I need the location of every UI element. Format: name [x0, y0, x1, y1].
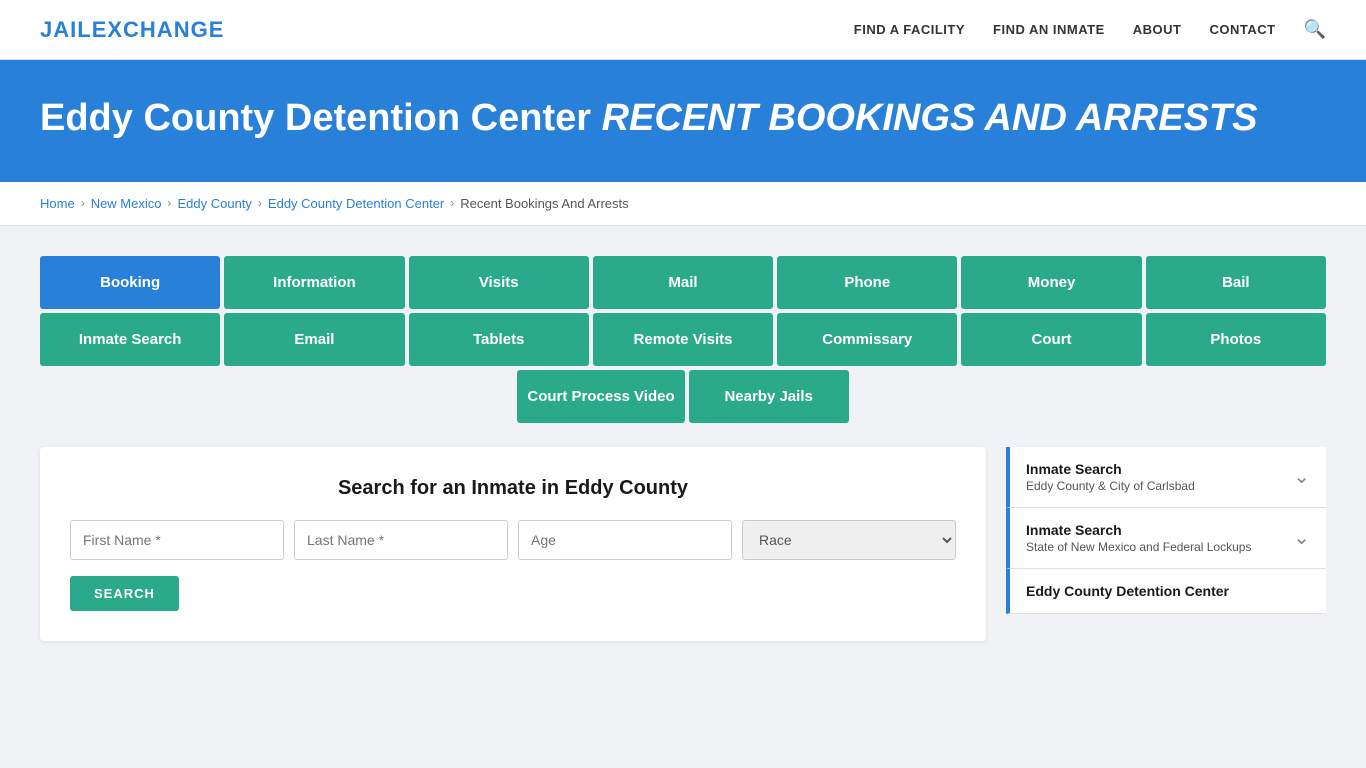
breadcrumb-current: Recent Bookings And Arrests [460, 196, 628, 211]
hero-title-main: Eddy County Detention Center [40, 97, 591, 139]
page-title: Eddy County Detention Center Recent Book… [40, 96, 1326, 142]
search-button[interactable]: SEARCH [70, 576, 179, 611]
content-row: Search for an Inmate in Eddy County Race… [40, 447, 1326, 641]
sidebar-item-0-subtitle: Eddy County & City of Carlsbad [1026, 479, 1195, 493]
search-icon[interactable]: 🔍 [1304, 19, 1326, 40]
sep-3: › [258, 196, 262, 210]
breadcrumb: Home › New Mexico › Eddy County › Eddy C… [40, 196, 1326, 211]
nav-find-inmate[interactable]: FIND AN INMATE [993, 22, 1105, 37]
site-logo[interactable]: JAILEXCHANGE [40, 17, 224, 43]
category-buttons: Booking Information Visits Mail Phone Mo… [40, 256, 1326, 423]
btn-visits[interactable]: Visits [409, 256, 589, 309]
btn-tablets[interactable]: Tablets [409, 313, 589, 366]
btn-phone[interactable]: Phone [777, 256, 957, 309]
chevron-down-icon-1: ⌄ [1293, 525, 1310, 550]
race-select[interactable]: Race White Black Hispanic Asian Native A… [742, 520, 956, 560]
btn-inmate-search[interactable]: Inmate Search [40, 313, 220, 366]
button-row-2: Inmate Search Email Tablets Remote Visit… [40, 313, 1326, 366]
sidebar-item-1-subtitle: State of New Mexico and Federal Lockups [1026, 540, 1251, 554]
logo-exchange: EXCHANGE [92, 17, 225, 42]
sep-2: › [167, 196, 171, 210]
sidebar-item-1-title: Inmate Search [1026, 522, 1251, 538]
btn-commissary[interactable]: Commissary [777, 313, 957, 366]
btn-money[interactable]: Money [961, 256, 1141, 309]
btn-email[interactable]: Email [224, 313, 404, 366]
main-nav: FIND A FACILITY FIND AN INMATE ABOUT CON… [854, 19, 1326, 40]
button-row-1: Booking Information Visits Mail Phone Mo… [40, 256, 1326, 309]
hero-banner: Eddy County Detention Center Recent Book… [0, 60, 1366, 182]
main-content: Booking Information Visits Mail Phone Mo… [0, 226, 1366, 671]
inmate-search-box: Search for an Inmate in Eddy County Race… [40, 447, 986, 641]
hero-title-emphasis: Recent Bookings and Arrests [602, 97, 1258, 139]
breadcrumb-eddy-county[interactable]: Eddy County [177, 196, 251, 211]
btn-mail[interactable]: Mail [593, 256, 773, 309]
btn-remote-visits[interactable]: Remote Visits [593, 313, 773, 366]
button-row-3: Court Process Video Nearby Jails [40, 370, 1326, 423]
btn-bail[interactable]: Bail [1146, 256, 1326, 309]
sep-1: › [81, 196, 85, 210]
site-header: JAILEXCHANGE FIND A FACILITY FIND AN INM… [0, 0, 1366, 60]
sidebar-item-2[interactable]: Eddy County Detention Center [1006, 569, 1326, 614]
last-name-input[interactable] [294, 520, 508, 560]
btn-booking[interactable]: Booking [40, 256, 220, 309]
btn-photos[interactable]: Photos [1146, 313, 1326, 366]
breadcrumb-new-mexico[interactable]: New Mexico [91, 196, 162, 211]
btn-nearby-jails[interactable]: Nearby Jails [689, 370, 849, 423]
logo-jail: JAIL [40, 17, 92, 42]
sidebar-item-0-title: Inmate Search [1026, 461, 1195, 477]
breadcrumb-wrap: Home › New Mexico › Eddy County › Eddy C… [0, 182, 1366, 226]
sep-4: › [450, 196, 454, 210]
sidebar-item-0[interactable]: Inmate Search Eddy County & City of Carl… [1006, 447, 1326, 508]
btn-court[interactable]: Court [961, 313, 1141, 366]
chevron-down-icon-0: ⌄ [1293, 464, 1310, 489]
sidebar-item-1[interactable]: Inmate Search State of New Mexico and Fe… [1006, 508, 1326, 569]
breadcrumb-home[interactable]: Home [40, 196, 75, 211]
search-fields: Race White Black Hispanic Asian Native A… [70, 520, 956, 560]
btn-information[interactable]: Information [224, 256, 404, 309]
nav-about[interactable]: ABOUT [1133, 22, 1182, 37]
btn-court-process-video[interactable]: Court Process Video [517, 370, 684, 423]
sidebar: Inmate Search Eddy County & City of Carl… [1006, 447, 1326, 614]
search-title: Search for an Inmate in Eddy County [70, 477, 956, 500]
nav-find-facility[interactable]: FIND A FACILITY [854, 22, 965, 37]
first-name-input[interactable] [70, 520, 284, 560]
breadcrumb-eddy-detention[interactable]: Eddy County Detention Center [268, 196, 444, 211]
nav-contact[interactable]: CONTACT [1209, 22, 1275, 37]
age-input[interactable] [518, 520, 732, 560]
